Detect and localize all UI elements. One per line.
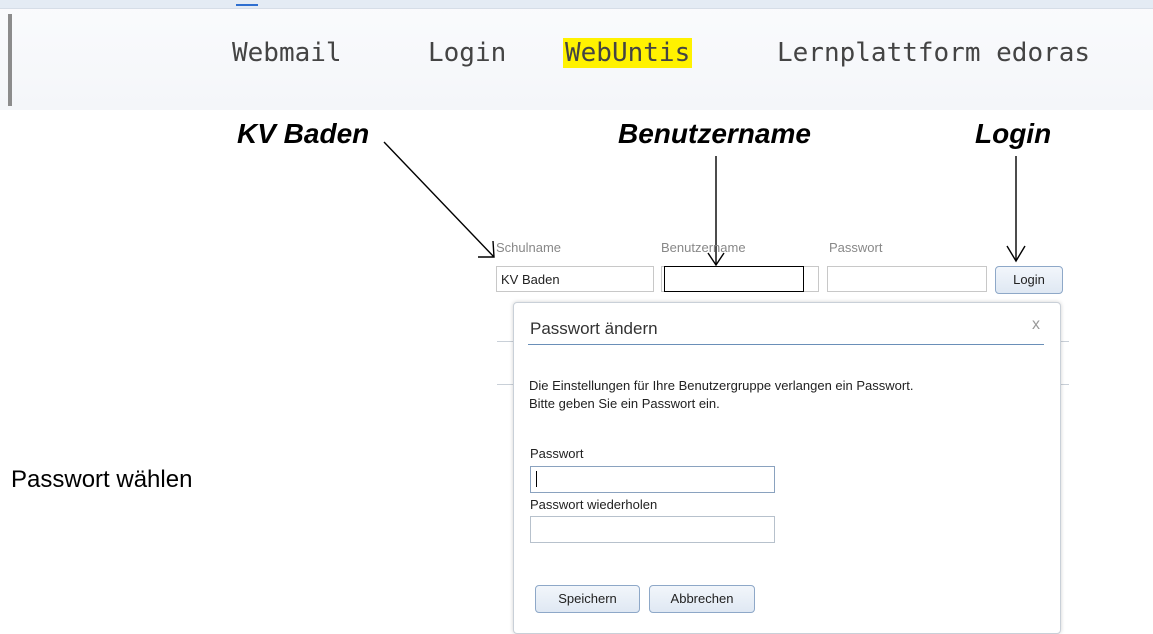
username-input[interactable] [664,266,804,292]
background-divider [497,341,513,342]
school-input[interactable]: KV Baden [496,266,654,292]
school-label: Schulname [496,240,562,255]
save-button[interactable]: Speichern [535,585,640,613]
repeat-password-input[interactable] [530,516,775,543]
password-label: Passwort [829,240,883,255]
new-password-label: Passwort [530,446,584,461]
dialog-message-line1: Die Einstellungen für Ihre Benutzergrupp… [529,378,914,393]
username-label: Benutzername [661,240,746,255]
repeat-password-label: Passwort wiederholen [530,497,658,512]
annotation-choose-password: Passwort wählen [11,466,193,493]
dialog-title: Passwort ändern [530,319,658,338]
background-divider [497,384,513,385]
dialog-message: Die Einstellungen für Ihre Benutzergrupp… [529,377,1049,413]
dialog-title-rule [528,344,1044,345]
text-caret [536,471,537,487]
close-icon[interactable]: x [1032,316,1040,334]
cancel-button[interactable]: Abbrechen [649,585,755,613]
arrow-school [383,141,495,258]
new-password-input[interactable] [530,466,775,493]
login-button[interactable]: Login [995,266,1063,294]
dialog-message-line2: Bitte geben Sie ein Passwort ein. [529,396,720,411]
change-password-dialog: Passwort ändern x Die Einstellungen für … [513,302,1061,634]
password-input[interactable] [827,266,987,292]
